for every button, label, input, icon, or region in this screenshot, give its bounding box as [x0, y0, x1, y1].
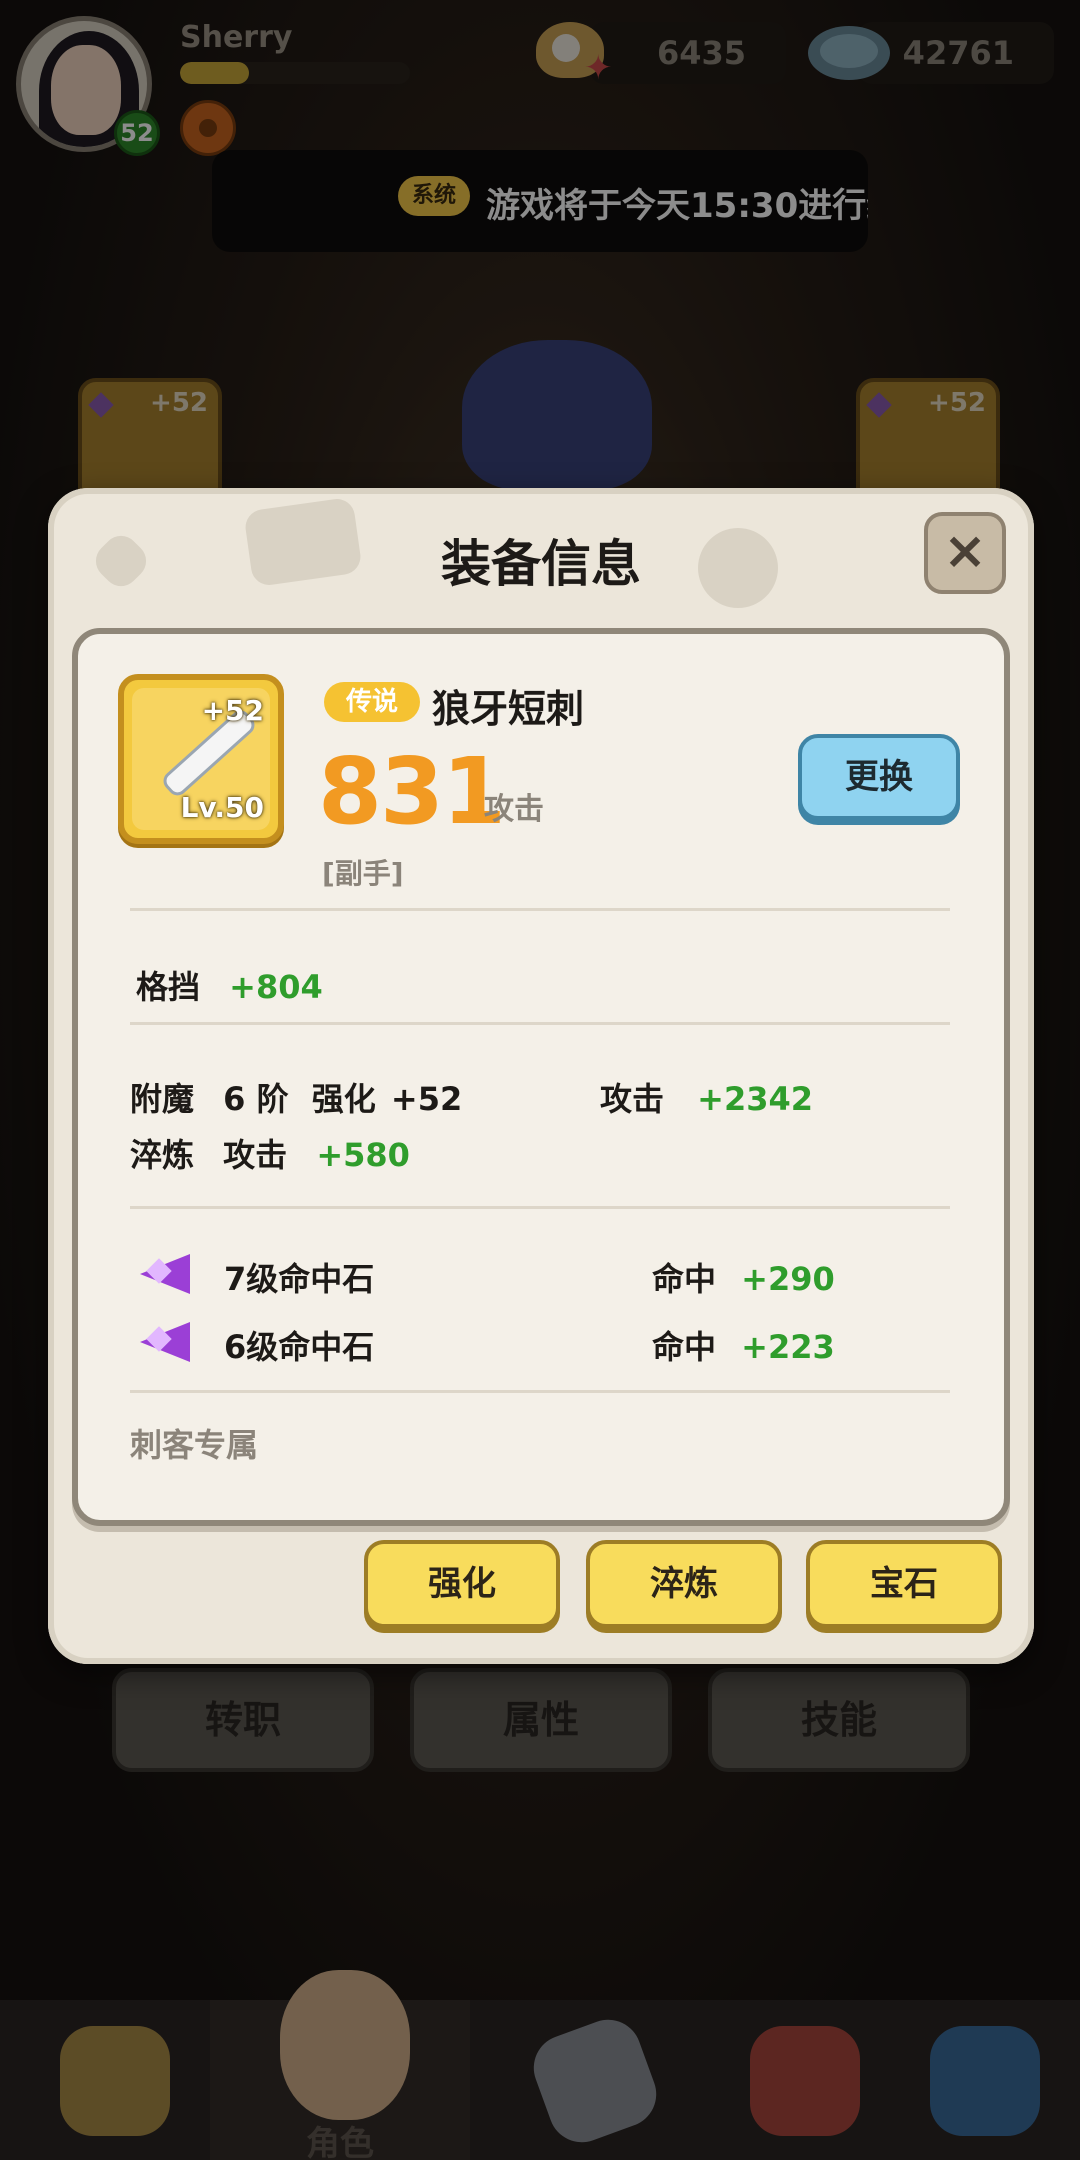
enchant-attack-label: 攻击 — [600, 1080, 665, 1118]
gem-1-name: 7级命中石 — [224, 1260, 375, 1298]
gem-2-stat-value: +223 — [741, 1328, 835, 1366]
item-enhance-level: +52 — [201, 694, 264, 727]
main-stat-value: 831 — [318, 738, 506, 845]
item-level: Lv.50 — [180, 791, 264, 824]
refine-label: 淬炼 — [130, 1136, 195, 1174]
equipment-info-modal: 装备信息 × +52 Lv.50 传说 狼牙短刺 831 攻击 [副手] 更换 … — [48, 488, 1034, 1664]
gem-button[interactable]: 宝石 — [806, 1540, 1002, 1628]
refine-line: 淬炼 攻击 +580 — [130, 1130, 410, 1176]
enchant-attack: 攻击 +2342 — [600, 1074, 813, 1120]
enchant-line: 附魔 6 阶 强化 +52 — [130, 1074, 462, 1120]
class-exclusive-note: 刺客专属 — [130, 1426, 259, 1464]
swap-button[interactable]: 更换 — [798, 734, 960, 820]
gem-1-stat-value: +290 — [741, 1260, 835, 1298]
close-button[interactable]: × — [924, 512, 1006, 594]
rarity-badge: 传说 — [324, 682, 421, 722]
enchant-tier: 6 阶 — [223, 1080, 289, 1118]
divider — [130, 908, 950, 911]
refine-stat-value: +580 — [316, 1136, 410, 1174]
divider — [130, 1206, 950, 1209]
block-stat: 格挡 +804 — [136, 962, 323, 1008]
gem-2-stat: 命中 +223 — [652, 1322, 835, 1368]
slot-type: [副手] — [322, 857, 404, 890]
main-stat-label: 攻击 — [484, 792, 544, 827]
item-name: 狼牙短刺 — [432, 687, 585, 731]
modal-title: 装备信息 — [441, 535, 641, 593]
hit-gem-icon — [140, 1318, 190, 1364]
refine-stat-label: 攻击 — [223, 1136, 288, 1174]
hit-gem-icon — [140, 1250, 190, 1296]
enhance-value: +52 — [390, 1080, 463, 1118]
equipment-panel: +52 Lv.50 传说 狼牙短刺 831 攻击 [副手] 更换 格挡 +804… — [72, 628, 1010, 1526]
item-icon[interactable]: +52 Lv.50 — [118, 674, 284, 844]
block-label: 格挡 — [136, 968, 201, 1006]
gem-2-name: 6级命中石 — [224, 1328, 375, 1366]
enhance-label: 强化 — [311, 1080, 376, 1118]
divider — [130, 1022, 950, 1025]
block-value: +804 — [229, 968, 323, 1006]
gem-2-stat-label: 命中 — [652, 1328, 717, 1366]
gem-1-stat: 命中 +290 — [652, 1254, 835, 1300]
enhance-button[interactable]: 强化 — [364, 1540, 560, 1628]
refine-button[interactable]: 淬炼 — [586, 1540, 782, 1628]
gem-1-stat-label: 命中 — [652, 1260, 717, 1298]
enchant-label: 附魔 — [130, 1080, 195, 1118]
divider — [130, 1390, 950, 1393]
enchant-attack-value: +2342 — [697, 1080, 814, 1118]
